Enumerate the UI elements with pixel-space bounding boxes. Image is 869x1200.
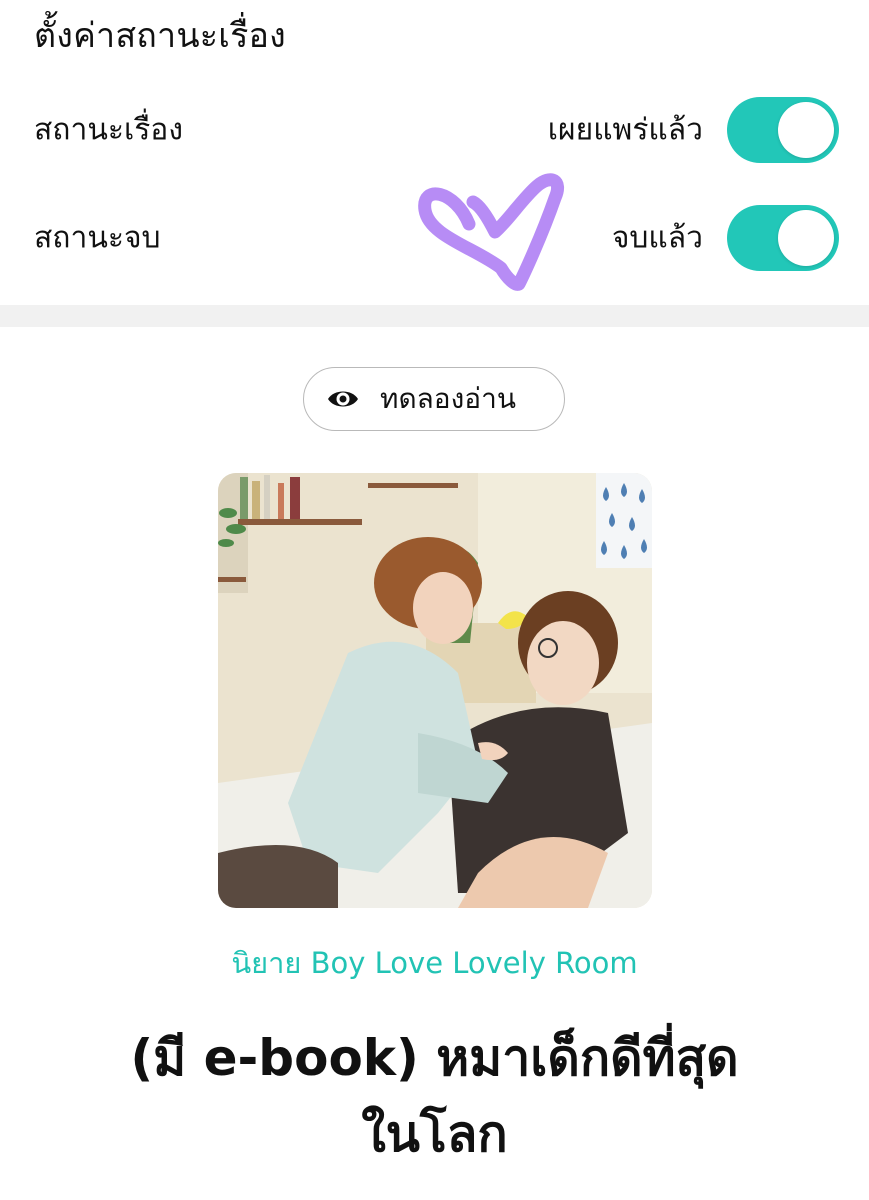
eye-icon	[328, 391, 358, 407]
toggle-knob	[778, 102, 834, 158]
story-status-row: สถานะเรื่อง เผยแพร่แล้ว	[0, 90, 869, 170]
section-divider	[0, 305, 869, 327]
book-title: (มี e-book) หมาเด็กดีที่สุด ในโลก	[60, 1020, 809, 1172]
preview-read-button[interactable]: ทดลองอ่าน	[303, 367, 565, 431]
story-status-value: เผยแพร่แล้ว	[547, 112, 703, 148]
heart-doodle-icon	[418, 173, 565, 291]
book-cover-image[interactable]	[218, 473, 652, 908]
preview-read-label: ทดลองอ่าน	[380, 382, 516, 415]
book-title-line-1: (มี e-book) หมาเด็กดีที่สุด	[130, 1029, 739, 1087]
settings-title: ตั้งค่าสถานะเรื่อง	[34, 16, 286, 56]
completion-status-label: สถานะจบ	[34, 220, 161, 256]
book-category[interactable]: นิยาย Boy Love Lovely Room	[0, 940, 869, 986]
story-status-toggle[interactable]	[727, 97, 839, 163]
book-title-line-2: ในโลก	[361, 1105, 508, 1163]
completion-status-toggle[interactable]	[727, 205, 839, 271]
toggle-knob	[778, 210, 834, 266]
cover-illustration	[218, 473, 652, 908]
story-status-label: สถานะเรื่อง	[34, 112, 183, 148]
completion-status-value: จบแล้ว	[611, 220, 703, 256]
